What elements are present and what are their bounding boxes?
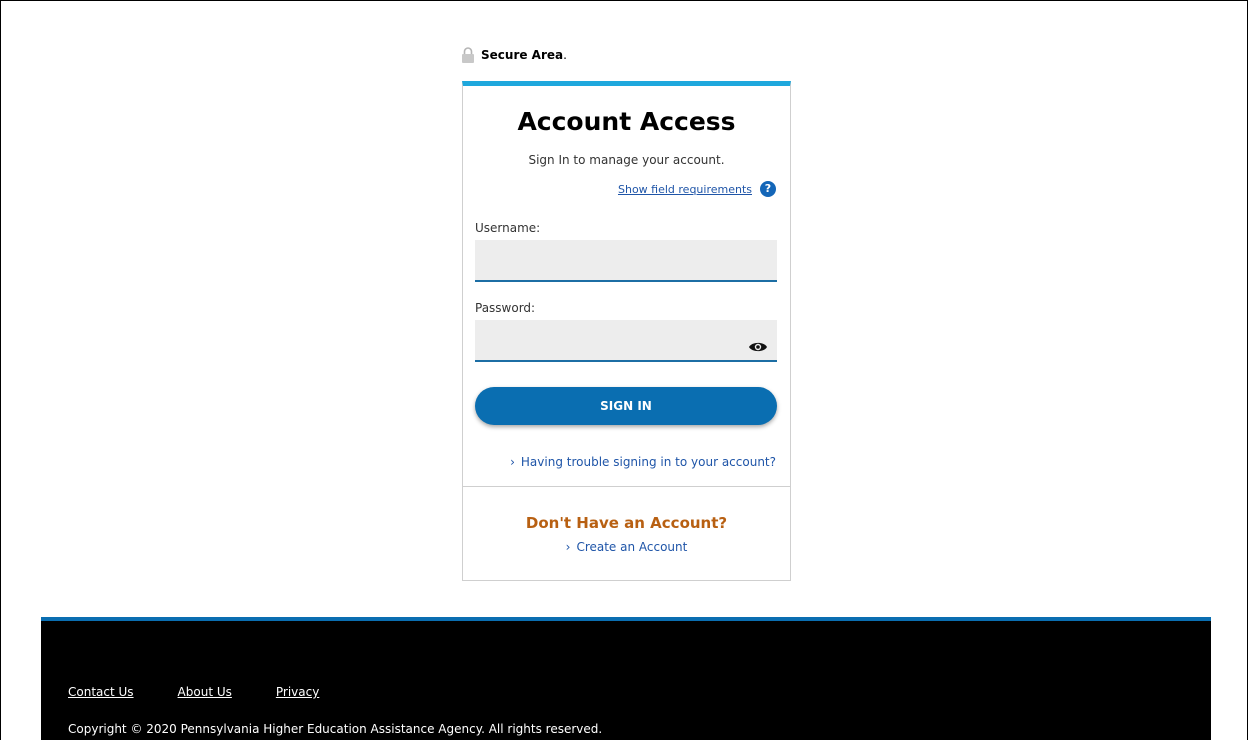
about-us-link[interactable]: About Us [178, 685, 232, 699]
create-account-row: › Create an Account [463, 540, 790, 554]
signin-subtitle: Sign In to manage your account. [528, 153, 725, 167]
footer: Contact Us About Us Privacy Copyright © … [41, 617, 1211, 740]
chevron-right-icon: › [565, 540, 571, 554]
eye-icon[interactable] [748, 339, 768, 353]
lock-icon [461, 47, 475, 63]
page-title: Account Access [517, 107, 736, 136]
field-requirements: Show field requirements ? [618, 181, 776, 197]
secure-area-suffix: . [563, 48, 567, 62]
create-account-link[interactable]: › Create an Account [566, 540, 688, 554]
chevron-right-icon: › [510, 455, 515, 469]
password-label: Password: [475, 301, 536, 315]
footer-links: Contact Us About Us Privacy [68, 685, 363, 699]
show-field-requirements-link[interactable]: Show field requirements [618, 183, 752, 196]
account-access-card: Account Access Sign In to manage your ac… [462, 81, 791, 581]
username-label: Username: [475, 221, 541, 235]
trouble-signing-in-link[interactable]: › Having trouble signing in to your accou… [510, 455, 776, 469]
privacy-link[interactable]: Privacy [276, 685, 319, 699]
no-account-heading: Don't Have an Account? [525, 514, 728, 532]
username-input[interactable] [475, 240, 777, 282]
secure-area-notice: Secure Area. [461, 47, 567, 63]
copyright-text: Copyright © 2020 Pennsylvania Higher Edu… [68, 722, 603, 736]
question-circle-icon[interactable]: ? [760, 181, 776, 197]
contact-us-link[interactable]: Contact Us [68, 685, 134, 699]
password-input[interactable] [475, 320, 777, 362]
secure-area-label: Secure Area [481, 48, 564, 62]
sign-in-button[interactable]: SIGN IN [475, 387, 777, 425]
create-account-label: Create an Account [576, 540, 688, 554]
divider [463, 486, 790, 487]
trouble-signing-in-label: Having trouble signing in to your accoun… [520, 455, 776, 469]
